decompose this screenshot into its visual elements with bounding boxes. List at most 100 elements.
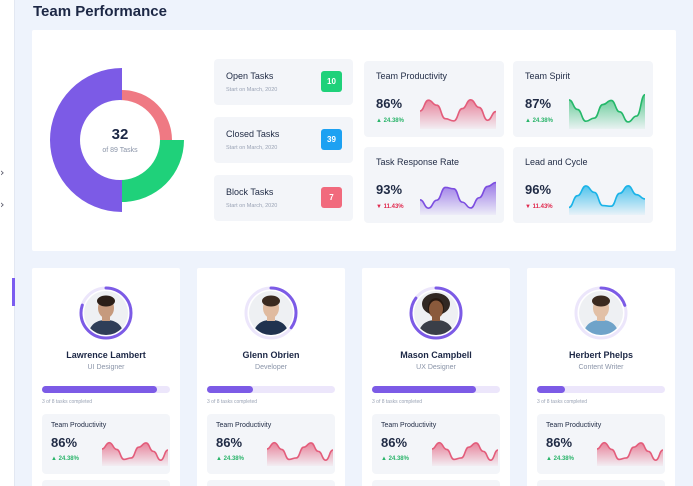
member-stat-card[interactable]: Team Productivity 86% ▲ 24.38%: [207, 414, 335, 474]
stat-change-value: 24.38%: [553, 456, 574, 462]
avatar: [579, 291, 623, 335]
avatar: [84, 291, 128, 335]
stat-change: ▲ 24.38%: [546, 456, 574, 462]
completed-count: 32: [111, 125, 129, 143]
stat-title: Team Productivity: [51, 422, 107, 429]
active-indicator: [12, 278, 15, 306]
member-name: Lawrence Lambert: [66, 350, 146, 360]
stat-title: Team Productivity: [216, 422, 272, 429]
task-title: Open Tasks: [226, 71, 274, 81]
stat-title: Team Productivity: [546, 422, 602, 429]
member-stat-card[interactable]: Team Productivity 86% ▲ 24.38%: [537, 414, 665, 474]
page-title: Team Performance: [33, 3, 167, 20]
stat-change-value: 24.38%: [388, 456, 409, 462]
stat-change: ▲ 24.38%: [51, 456, 79, 462]
stat-value: 86%: [381, 435, 408, 450]
stat-change: ▲ 24.38%: [525, 118, 553, 124]
chevron-right-icon[interactable]: ›: [0, 198, 4, 211]
stat-value: 87%: [525, 96, 552, 111]
member-role: Content Writer: [578, 364, 624, 371]
member-card[interactable]: Glenn Obrien Developer 3 of 8 tasks comp…: [197, 268, 345, 486]
stat-title: Team Spirit: [525, 71, 571, 81]
member-stat-card[interactable]: [537, 480, 665, 486]
stat-change-value: 24.38%: [532, 118, 553, 124]
stat-title: Team Productivity: [376, 71, 448, 81]
task-progress-bar: [42, 386, 170, 393]
donut-center: 32 of 89 Tasks: [80, 100, 160, 180]
task-progress-bar: [207, 386, 335, 393]
total-tasks-label: of 89 Tasks: [102, 146, 138, 154]
stat-value: 86%: [51, 435, 78, 450]
member-stat-card[interactable]: [42, 480, 170, 486]
trend-down-icon: ▼: [525, 204, 531, 210]
stat-change: ▼ 11.43%: [525, 204, 553, 210]
person-photo: [414, 291, 458, 335]
task-progress-fill: [372, 386, 476, 393]
stat-change: ▼ 11.43%: [376, 204, 404, 210]
member-stat-card[interactable]: [372, 480, 500, 486]
stat-title: Task Response Rate: [376, 157, 460, 167]
member-name: Glenn Obrien: [242, 350, 300, 360]
task-subtitle: Start on March, 2020: [226, 203, 278, 209]
member-card[interactable]: Mason Campbell UX Designer 3 of 8 tasks …: [362, 268, 510, 486]
tasks-completed-label: 3 of 8 tasks completed: [537, 399, 588, 405]
member-card[interactable]: Herbert Phelps Content Writer 3 of 8 tas…: [527, 268, 675, 486]
task-card[interactable]: Block Tasks Start on March, 2020 7: [214, 175, 353, 221]
task-count-badge: 39: [321, 129, 342, 150]
task-subtitle: Start on March, 2020: [226, 145, 278, 151]
trend-up-icon: ▲: [376, 118, 382, 124]
task-progress-fill: [207, 386, 254, 393]
avatar: [414, 291, 458, 335]
stat-change-value: 24.38%: [223, 456, 244, 462]
task-card[interactable]: Open Tasks Start on March, 2020 10: [214, 59, 353, 105]
tasks-completed-label: 3 of 8 tasks completed: [42, 399, 93, 405]
sparkline-chart: [420, 99, 496, 129]
tasks-completed-label: 3 of 8 tasks completed: [372, 399, 423, 405]
stat-card[interactable]: Team Productivity 86% ▲ 24.38%: [364, 61, 504, 137]
stat-value: 93%: [376, 182, 403, 197]
member-stat-card[interactable]: Team Productivity 86% ▲ 24.38%: [372, 414, 500, 474]
member-role: UX Designer: [416, 364, 456, 371]
task-progress-bar: [372, 386, 500, 393]
task-title: Block Tasks: [226, 187, 274, 197]
sidebar-collapsed: [0, 0, 15, 486]
trend-up-icon: ▲: [546, 456, 552, 462]
member-role: Developer: [255, 364, 287, 371]
stat-card[interactable]: Task Response Rate 93% ▼ 11.43%: [364, 147, 504, 223]
member-stat-card[interactable]: [207, 480, 335, 486]
stat-change: ▲ 24.38%: [376, 118, 404, 124]
trend-down-icon: ▼: [376, 204, 382, 210]
member-role: UI Designer: [87, 364, 125, 371]
sparkline-chart: [569, 93, 645, 129]
sparkline-chart: [267, 441, 333, 466]
task-count-badge: 10: [321, 71, 342, 92]
avatar: [249, 291, 293, 335]
task-title: Closed Tasks: [226, 129, 280, 139]
stat-change: ▲ 24.38%: [381, 456, 409, 462]
stat-change: ▲ 24.38%: [216, 456, 244, 462]
trend-up-icon: ▲: [216, 456, 222, 462]
sparkline-chart: [432, 441, 498, 466]
trend-up-icon: ▲: [51, 456, 57, 462]
person-photo: [579, 291, 623, 335]
stat-value: 96%: [525, 182, 552, 197]
task-count-badge: 7: [321, 187, 342, 208]
member-name: Herbert Phelps: [568, 350, 634, 360]
task-card[interactable]: Closed Tasks Start on March, 2020 39: [214, 117, 353, 163]
task-progress-fill: [537, 386, 566, 393]
stat-title: Team Productivity: [381, 422, 437, 429]
member-card[interactable]: Lawrence Lambert UI Designer 3 of 8 task…: [32, 268, 180, 486]
person-photo: [84, 291, 128, 335]
trend-up-icon: ▲: [381, 456, 387, 462]
stat-card[interactable]: Lead and Cycle 96% ▼ 11.43%: [513, 147, 653, 223]
stat-value: 86%: [546, 435, 573, 450]
chevron-right-icon[interactable]: ›: [0, 166, 4, 179]
task-subtitle: Start on March, 2020: [226, 87, 278, 93]
stat-card[interactable]: Team Spirit 87% ▲ 24.38%: [513, 61, 653, 137]
member-stat-card[interactable]: Team Productivity 86% ▲ 24.38%: [42, 414, 170, 474]
stat-title: Lead and Cycle: [525, 157, 588, 167]
stat-value: 86%: [376, 96, 403, 111]
task-progress-fill: [42, 386, 158, 393]
stat-change-value: 11.43%: [383, 204, 404, 210]
sparkline-chart: [569, 185, 645, 215]
